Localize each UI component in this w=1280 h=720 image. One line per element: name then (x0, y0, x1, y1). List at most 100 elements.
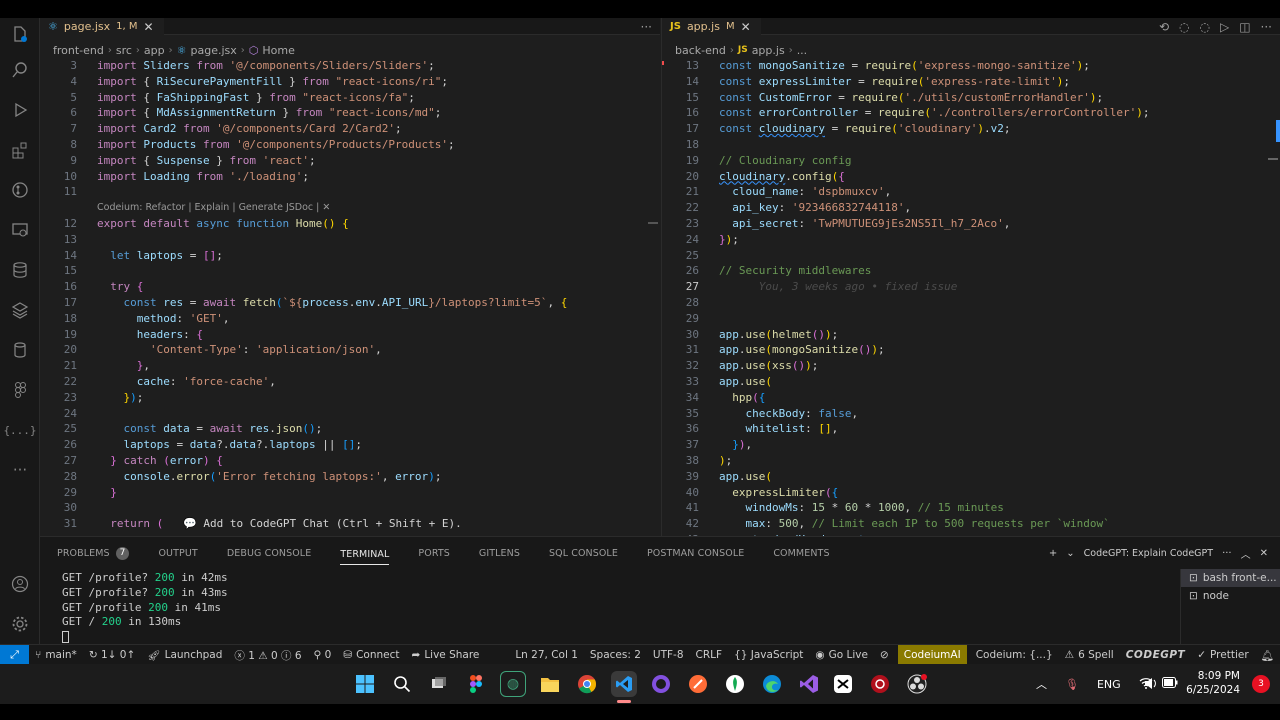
more-actions-icon[interactable]: ··· (1261, 20, 1272, 34)
panel-tab-comments[interactable]: COMMENTS (756, 537, 841, 569)
language-indicator[interactable]: ENG (1097, 678, 1121, 691)
panel-tab-sql-console[interactable]: SQL CONSOLE (532, 537, 630, 569)
line-ending[interactable]: CRLF (690, 645, 729, 664)
code-line[interactable]: 14 let laptops = []; (40, 248, 646, 264)
panel-tab-postman-console[interactable]: POSTMAN CONSOLE (630, 537, 756, 569)
figma-icon[interactable] (8, 378, 32, 402)
breadcrumb-item[interactable]: Home (262, 44, 294, 57)
close-panel-icon[interactable]: ✕ (1260, 548, 1268, 559)
terminal-item-node[interactable]: ⊡ node (1181, 587, 1280, 605)
file-explorer-icon[interactable] (537, 671, 563, 697)
branch-status[interactable]: ⑂ main* (29, 645, 83, 664)
terminal-prompt[interactable] (62, 630, 228, 645)
capcut-icon[interactable] (830, 671, 856, 697)
code-line[interactable]: 9 import { Suspense } from 'react'; (40, 153, 646, 169)
copilot-status[interactable]: ⊘ (874, 645, 895, 664)
code-line[interactable]: 17 const cloudinary = require('cloudinary… (662, 121, 1266, 137)
code-line[interactable]: 15 (40, 263, 646, 279)
code-line[interactable]: 18 (662, 137, 1266, 153)
ports-status[interactable]: ⚲ 0 (308, 645, 338, 664)
database-icon[interactable] (8, 258, 32, 282)
code-line[interactable]: 19 // Cloudinary config (662, 153, 1266, 169)
code-line[interactable]: 14 const expressLimiter = require('expres… (662, 74, 1266, 90)
code-line[interactable]: 35 checkBody: false, (662, 406, 1266, 422)
code-line[interactable]: 5 import { FaShippingFast } from "react-i… (40, 90, 646, 106)
code-line[interactable]: 21 cloud_name: 'dspbmuxcv', (662, 184, 1266, 200)
split-editor-icon[interactable]: ◫ (1239, 20, 1250, 34)
code-line[interactable]: 22 api_key: '923466832744118', (662, 200, 1266, 216)
terminal-item-bash[interactable]: ⊡ bash front-e... (1181, 569, 1280, 587)
obs-icon[interactable] (904, 671, 930, 697)
edge-icon[interactable] (759, 671, 785, 697)
more-actions-icon[interactable]: ··· (1222, 548, 1232, 559)
notification-badge[interactable]: 3 (1252, 675, 1270, 693)
prettier-status[interactable]: ✓ Prettier (1191, 645, 1254, 664)
clock[interactable]: 8:09 PM 6/25/2024 (1186, 669, 1240, 697)
code-line[interactable]: 32 app.use(xss()); (662, 358, 1266, 374)
code-line[interactable]: 20 cloudinary.config({ (662, 169, 1266, 185)
code-line[interactable]: 25 (662, 248, 1266, 264)
code-line[interactable]: 3 import Sliders from '@/components/Slide… (40, 58, 646, 74)
code-line[interactable]: 23 }); (40, 390, 646, 406)
codegpt-action-label[interactable]: CodeGPT: Explain CodeGPT (1084, 548, 1213, 559)
code-line[interactable]: 31 app.use(mongoSanitize()); (662, 342, 1266, 358)
panel-tab-terminal[interactable]: TERMINAL (340, 545, 390, 565)
code-line[interactable]: 27 You, 3 weeks ago • fixed issue (662, 279, 1266, 295)
panel-tab-problems[interactable]: PROBLEMS 7 (40, 537, 141, 569)
open-changes-icon[interactable]: ⟲ (1159, 20, 1169, 34)
code-line[interactable]: 24 (40, 406, 646, 422)
vscode-icon[interactable] (611, 671, 637, 697)
tray-chevron-up-icon[interactable]: ︿ (1036, 676, 1047, 692)
close-tab-icon[interactable]: ✕ (741, 20, 751, 34)
code-line[interactable]: 39 app.use( (662, 469, 1266, 485)
breadcrumb-item[interactable]: front-end (53, 44, 104, 57)
remote-indicator-icon[interactable]: ⤢ (0, 645, 29, 664)
live-share-status[interactable]: ➦ Live Share (406, 645, 486, 664)
code-line[interactable]: 10 import Loading from './loading'; (40, 169, 646, 185)
figma-icon[interactable] (463, 671, 489, 697)
stack-icon[interactable] (8, 298, 32, 322)
search-icon[interactable] (8, 58, 32, 82)
code-line[interactable]: 34 hpp({ (662, 390, 1266, 406)
code-line[interactable]: 28 console.error('Error fetching laptops… (40, 469, 646, 485)
code-line[interactable]: 40 expressLimiter({ (662, 485, 1266, 501)
more-icon[interactable]: ··· (8, 458, 32, 482)
code-line[interactable]: 26 // Security middlewares (662, 263, 1266, 279)
remote-explorer-icon[interactable] (8, 218, 32, 242)
app-icon-red[interactable] (867, 671, 893, 697)
new-terminal-icon[interactable]: + (1049, 548, 1057, 559)
code-line[interactable]: 12 export default async function Home() { (40, 216, 646, 232)
language-mode[interactable]: {} JavaScript (728, 645, 809, 664)
close-tab-icon[interactable]: ✕ (144, 20, 154, 34)
code-line[interactable]: 36 whitelist: [], (662, 421, 1266, 437)
code-line[interactable]: 42 max: 500, // Limit each IP to 500 req… (662, 516, 1266, 532)
microphone-icon[interactable]: 🎙︎ (1065, 678, 1079, 691)
code-line[interactable]: 30 (40, 500, 646, 516)
code-line[interactable]: 16 try { (40, 279, 646, 295)
task-view-icon[interactable] (426, 671, 452, 697)
terminal-output[interactable]: GET /profile? 200 in 42ms GET /profile? 2… (62, 571, 228, 645)
code-line[interactable]: 13 const mongoSanitize = require('express… (662, 58, 1266, 74)
code-line[interactable]: 18 method: 'GET', (40, 311, 646, 327)
run-debug-icon[interactable] (8, 98, 32, 122)
code-line[interactable]: 27 } catch (error) { (40, 453, 646, 469)
mongodb-compass-icon[interactable] (722, 671, 748, 697)
sync-status[interactable]: ↻ 1↓ 0↑ (83, 645, 141, 664)
code-line[interactable]: 16 const errorController = require('./con… (662, 105, 1266, 121)
code-line[interactable]: 28 (662, 295, 1266, 311)
code-line[interactable]: 6 import { MdAssignmentReturn } from "rea… (40, 105, 646, 121)
code-line[interactable]: 26 laptops = data?.data?.laptops || []; (40, 437, 646, 453)
search-icon[interactable] (389, 671, 415, 697)
breadcrumb-item[interactable]: ... (797, 44, 808, 57)
code-line[interactable]: 15 const CustomError = require('./utils/c… (662, 90, 1266, 106)
breadcrumb-item[interactable]: src (116, 44, 132, 57)
code-line[interactable]: 24}); (662, 232, 1266, 248)
postman-icon[interactable] (685, 671, 711, 697)
code-editor-left[interactable]: 3 import Sliders from '@/components/Slide… (40, 58, 646, 536)
breadcrumb-item[interactable]: app (144, 44, 165, 57)
code-line[interactable]: 4 import { RiSecurePaymentFill } from "re… (40, 74, 646, 90)
tab-app-js[interactable]: JS app.js M ✕ (662, 18, 761, 35)
revert-icon[interactable]: ◌ (1179, 20, 1189, 34)
breadcrumb-item[interactable]: app.js (752, 44, 785, 57)
cursor-position[interactable]: Ln 27, Col 1 (509, 645, 584, 664)
